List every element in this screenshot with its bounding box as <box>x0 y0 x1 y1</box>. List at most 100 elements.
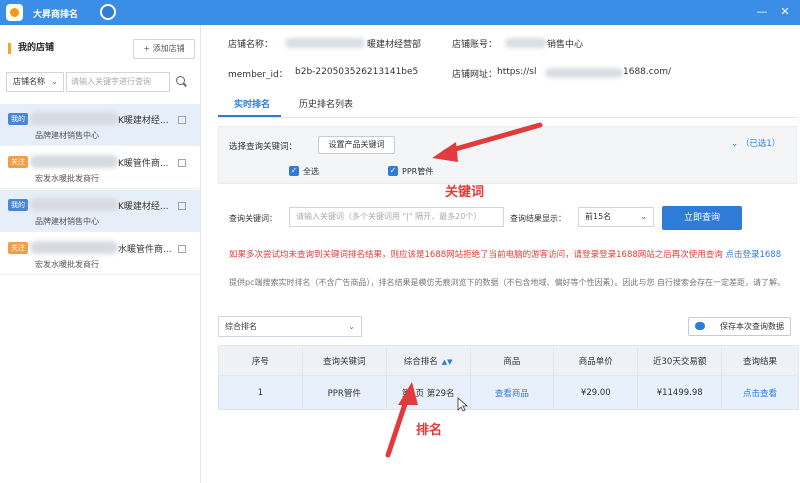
cell-keyword: PPR管件 <box>301 375 387 410</box>
shop-list-item[interactable]: 关注 水暖管件商... 宏发水暖批发商行 <box>0 233 200 275</box>
shop-subname: 品牌建材销售中心 <box>35 217 99 226</box>
tab-history-rank[interactable]: 历史排名列表 <box>299 97 353 110</box>
set-product-keyword-button[interactable]: 设置产品关键词 <box>318 136 395 154</box>
rank-annotation: 排名 <box>416 423 443 438</box>
redacted-text <box>505 38 547 48</box>
cell-price: ¥29.00 <box>553 375 639 410</box>
result-count-value: 前15名 <box>585 212 612 221</box>
result-display-label: 查询结果显示： <box>510 214 566 223</box>
col-header-rank-label: 综合排名 <box>403 356 438 367</box>
select-all-checkbox[interactable]: ✓ <box>289 166 299 176</box>
col-header-result: 查询结果 <box>721 345 799 376</box>
shop-name: K暖建材经... <box>118 116 169 126</box>
results-table: 序号 查询关键词 综合排名 ▲▼ 商品 商品单价 近30天交易额 查询结果 1 P… <box>218 345 799 410</box>
col-header-price: 商品单价 <box>553 345 639 376</box>
shop-filter-select[interactable]: 店铺名称 ⌄ <box>6 72 64 92</box>
sort-select-value: 综合排名 <box>225 322 257 331</box>
cell-rank: 第1页 第29名 <box>385 375 471 410</box>
shop-subname: 宏发水暖批发商行 <box>35 174 99 183</box>
col-header-keyword: 查询关键词 <box>301 345 387 376</box>
query-now-button[interactable]: 立即查询 <box>662 206 742 230</box>
selected-count[interactable]: ⌄ （已选1） <box>731 137 780 149</box>
tab-realtime-rank[interactable]: 实时排名 <box>234 97 270 110</box>
redacted-text <box>30 155 118 168</box>
cell-index: 1 <box>218 375 303 410</box>
col-header-rank[interactable]: 综合排名 ▲▼ <box>385 345 471 376</box>
chevron-down-icon: ⌄ <box>640 212 647 221</box>
shop-url-suffix[interactable]: 1688.com/ <box>623 67 671 77</box>
keyword-select-label: 选择查询关键词： <box>229 142 298 152</box>
redacted-text <box>30 198 118 211</box>
member-id-label: member_id： <box>228 70 288 80</box>
save-query-label: 保存本次查询数据 <box>720 322 784 331</box>
cell-volume: ¥11499.98 <box>637 375 723 410</box>
tab-divider <box>218 117 798 118</box>
result-count-select[interactable]: 前15名 ⌄ <box>578 207 654 227</box>
mine-tag: 我的 <box>8 113 28 125</box>
sidebar: 我的店铺 + 添加店铺 店铺名称 ⌄ 请输入关键字进行查询 我的 K暖建材经..… <box>0 25 201 483</box>
edit-icon[interactable] <box>178 245 186 253</box>
shop-account-label: 店铺账号： <box>452 40 498 50</box>
table-header-row: 序号 查询关键词 综合排名 ▲▼ 商品 商品单价 近30天交易额 查询结果 <box>218 345 799 376</box>
shop-filter-label: 店铺名称 <box>13 77 45 86</box>
shop-list-item[interactable]: 我的 K暖建材经... 品牌建材销售中心 <box>0 104 200 146</box>
shop-subname: 宏发水暖批发商行 <box>35 260 99 269</box>
chevron-down-icon: ⌄ <box>51 77 58 86</box>
sort-icon[interactable]: ▲▼ <box>442 358 453 366</box>
query-keyword-input[interactable]: 请输入关键词（多个关键词用 "|" 隔开，最多20个） <box>289 207 504 227</box>
edit-icon[interactable] <box>178 159 186 167</box>
mine-tag: 我的 <box>8 199 28 211</box>
col-header-index: 序号 <box>218 345 303 376</box>
app-logo-icon <box>6 4 23 21</box>
query-keyword-label: 查询关键词： <box>229 214 277 223</box>
keyword-checkbox-label: PPR管件 <box>402 167 434 176</box>
save-query-button[interactable]: 保存本次查询数据 <box>688 317 791 336</box>
redacted-text <box>30 241 118 254</box>
edit-icon[interactable] <box>178 116 186 124</box>
shop-url-prefix: https://sl <box>497 67 537 77</box>
refresh-icon[interactable] <box>100 4 116 20</box>
shop-url-label: 店铺网址： <box>452 70 498 80</box>
edit-icon[interactable] <box>178 202 186 210</box>
add-shop-button[interactable]: + 添加店铺 <box>133 39 195 59</box>
search-icon[interactable] <box>176 76 185 85</box>
redacted-text <box>30 112 118 125</box>
shop-subname: 品牌建材销售中心 <box>35 131 99 140</box>
tip-text: 提供pc端搜索实时排名（不含广告商品），排名结果是模仿无痕浏览下的数据（不包含地… <box>229 278 786 287</box>
redacted-text <box>285 38 365 48</box>
warning-text: 如果多次尝试均未查询到关键词排名结果，则应该是1688网站拒绝了当前电脑的游客访… <box>229 248 781 260</box>
select-all-label: 全选 <box>303 167 319 176</box>
shop-account-value: 销售中心 <box>547 40 584 50</box>
shop-name: K暖管件商... <box>118 159 169 169</box>
sidebar-title: 我的店铺 <box>8 43 54 54</box>
sort-select[interactable]: 综合排名 ⌄ <box>218 316 362 337</box>
shop-search-input[interactable]: 请输入关键字进行查询 <box>66 72 170 92</box>
follow-tag: 关注 <box>8 156 28 168</box>
view-result-link[interactable]: 点击查看 <box>721 375 799 410</box>
shop-list-item[interactable]: 我的 K暖建材经... 品牌建材销售中心 <box>0 190 200 232</box>
app-title: 大昇商排名 <box>33 10 79 20</box>
selected-count-text: （已选1） <box>740 139 781 149</box>
shop-name: 水暖管件商... <box>118 245 172 255</box>
follow-tag: 关注 <box>8 242 28 254</box>
col-header-product: 商品 <box>469 345 555 376</box>
chevron-down-icon: ⌄ <box>731 139 741 149</box>
col-header-volume: 近30天交易额 <box>637 345 723 376</box>
cloud-upload-icon <box>695 322 705 330</box>
shop-name-label: 店铺名称： <box>228 40 274 50</box>
keyword-checkbox[interactable]: ✓ <box>388 166 398 176</box>
view-product-link[interactable]: 查看商品 <box>469 375 555 410</box>
member-id-value: b2b-220503526213141be5 <box>295 67 419 77</box>
shop-name: K暖建材经... <box>118 202 169 212</box>
table-row: 1 PPR管件 第1页 第29名 查看商品 ¥29.00 ¥11499.98 点… <box>218 375 799 410</box>
keyword-annotation: 关键词 <box>445 185 485 200</box>
login-1688-link[interactable]: 点击登录1688 <box>725 250 781 260</box>
shop-name-value: 暖建材经营部 <box>367 40 422 50</box>
close-button[interactable]: ✕ <box>775 3 795 21</box>
title-bar: 大昇商排名 — ✕ <box>0 0 800 25</box>
chevron-down-icon: ⌄ <box>348 322 355 331</box>
warning-message: 如果多次尝试均未查询到关键词排名结果，则应该是1688网站拒绝了当前电脑的游客访… <box>229 250 723 260</box>
redacted-text <box>545 68 623 78</box>
shop-list-item[interactable]: 关注 K暖管件商... 宏发水暖批发商行 <box>0 147 200 189</box>
minimize-button[interactable]: — <box>752 3 772 21</box>
